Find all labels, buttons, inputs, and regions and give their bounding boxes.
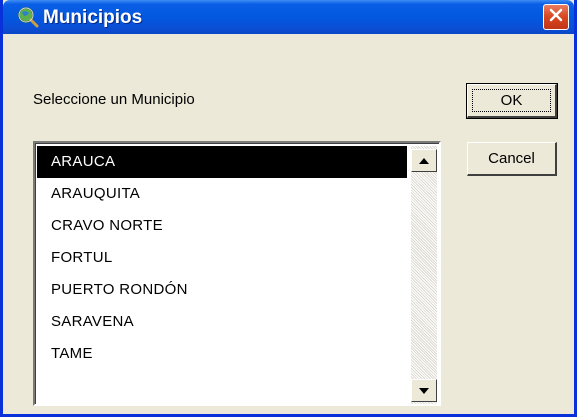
close-button[interactable] (543, 4, 569, 30)
list-item[interactable]: SARAVENA (37, 306, 407, 338)
list-item[interactable]: TAME (37, 338, 407, 370)
prompt-label: Seleccione un Municipio (33, 91, 195, 108)
arrow-up-icon (418, 152, 430, 170)
list-item[interactable]: CRAVO NORTE (37, 210, 407, 242)
title-bar[interactable]: Municipios (3, 0, 574, 34)
municipio-listbox[interactable]: ARAUCA ARAUQUITA CRAVO NORTE FORTUL PUER… (33, 141, 441, 406)
cancel-button[interactable]: Cancel (467, 142, 557, 176)
globe-magnifier-icon (17, 6, 39, 28)
focus-rectangle (472, 89, 551, 112)
dialog-window: Municipios Seleccione un Municipio ARAUC… (0, 0, 577, 417)
vertical-scrollbar[interactable] (411, 146, 437, 404)
cancel-label: Cancel (488, 150, 535, 167)
list-item[interactable]: ARAUCA (37, 146, 407, 178)
scroll-up-button[interactable] (411, 149, 437, 172)
list-item[interactable]: FORTUL (37, 242, 407, 274)
list-items: ARAUCA ARAUQUITA CRAVO NORTE FORTUL PUER… (37, 146, 407, 370)
scroll-down-button[interactable] (411, 379, 437, 402)
close-icon (549, 8, 563, 27)
arrow-down-icon (418, 382, 430, 400)
list-item[interactable]: ARAUQUITA (37, 178, 407, 210)
window-title: Municipios (43, 7, 143, 28)
ok-button[interactable]: OK (466, 83, 558, 119)
list-item[interactable]: PUERTO RONDÓN (37, 274, 407, 306)
